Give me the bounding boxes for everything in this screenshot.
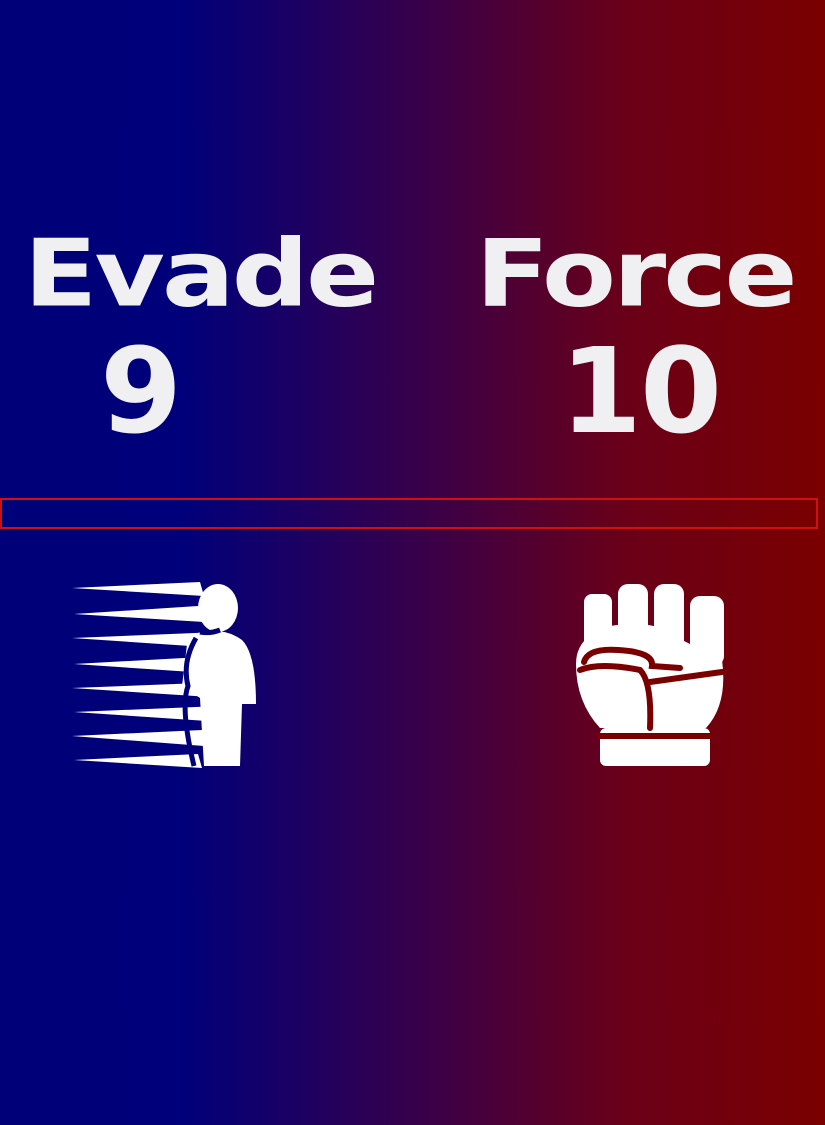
evade-value: 9: [99, 322, 182, 460]
evade-label: Evade: [23, 220, 380, 328]
force-label: Force: [475, 220, 797, 328]
evade-stat: Evade 9: [20, 228, 380, 450]
dodge-icon: [72, 582, 256, 768]
force-stat: Force 10: [470, 228, 800, 450]
progress-bar: [0, 498, 818, 529]
fist-icon: [576, 584, 725, 766]
force-value: 10: [559, 322, 722, 460]
